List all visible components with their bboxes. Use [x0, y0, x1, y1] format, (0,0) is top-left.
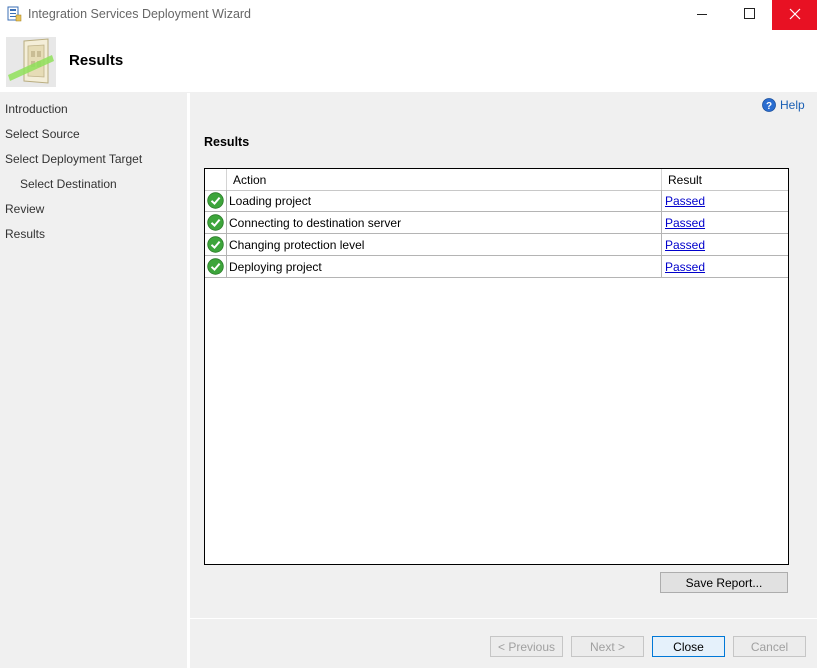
success-check-icon	[207, 214, 224, 231]
close-window-button[interactable]	[772, 0, 817, 30]
cancel-button[interactable]: Cancel	[733, 636, 806, 657]
success-check-icon	[207, 258, 224, 275]
close-button[interactable]: Close	[652, 636, 725, 657]
previous-button[interactable]: < Previous	[490, 636, 563, 657]
column-header-action[interactable]: Action	[233, 173, 266, 187]
maximize-button[interactable]	[725, 0, 771, 30]
cell-separator	[226, 234, 227, 255]
help-icon: ?	[762, 98, 776, 112]
svg-text:?: ?	[766, 101, 772, 112]
row-action: Connecting to destination server	[229, 216, 402, 230]
sidebar-divider	[187, 93, 190, 668]
success-check-icon	[207, 192, 224, 209]
wizard-header: Results	[0, 30, 817, 92]
cell-separator	[226, 212, 227, 233]
cell-separator	[661, 234, 662, 255]
next-button[interactable]: Next >	[571, 636, 644, 657]
row-result-link[interactable]: Passed	[665, 260, 705, 274]
cell-separator	[226, 256, 227, 277]
sidebar-item-results[interactable]: Results	[5, 227, 45, 241]
row-action: Changing protection level	[229, 238, 365, 252]
row-result-link[interactable]: Passed	[665, 194, 705, 208]
row-result-link[interactable]: Passed	[665, 216, 705, 230]
window-title: Integration Services Deployment Wizard	[28, 7, 252, 21]
save-report-button[interactable]: Save Report...	[660, 572, 788, 593]
table-row: Loading project Passed	[205, 190, 788, 212]
minimize-icon	[697, 14, 707, 15]
help-label: Help	[780, 98, 805, 112]
table-row: Changing protection level Passed	[205, 234, 788, 256]
cell-separator	[661, 212, 662, 233]
column-header-result[interactable]: Result	[668, 173, 702, 187]
title-bar: Integration Services Deployment Wizard	[0, 0, 817, 30]
row-result-link[interactable]: Passed	[665, 238, 705, 252]
sidebar-item-select-deployment-target[interactable]: Select Deployment Target	[5, 152, 142, 166]
grid-header: Action Result	[205, 169, 788, 191]
cell-separator	[661, 256, 662, 277]
app-icon	[7, 6, 22, 22]
header-separator	[661, 169, 662, 190]
table-row: Deploying project Passed	[205, 256, 788, 278]
sidebar: Introduction Select Source Select Deploy…	[0, 93, 187, 668]
sidebar-item-review[interactable]: Review	[5, 202, 44, 216]
sidebar-item-introduction[interactable]: Introduction	[5, 102, 68, 116]
row-action: Loading project	[229, 194, 312, 208]
header-separator	[226, 169, 227, 190]
maximize-icon	[744, 8, 755, 19]
cell-separator	[661, 190, 662, 211]
sidebar-item-select-source[interactable]: Select Source	[5, 127, 80, 141]
close-icon	[789, 8, 801, 20]
results-grid: Action Result Loading project Passed Con…	[204, 168, 789, 565]
footer-divider	[190, 618, 817, 619]
section-title: Results	[204, 135, 250, 149]
table-row: Connecting to destination server Passed	[205, 212, 788, 234]
row-action: Deploying project	[229, 260, 322, 274]
cell-separator	[226, 190, 227, 211]
success-check-icon	[207, 236, 224, 253]
page-title: Results	[69, 52, 124, 69]
minimize-button[interactable]	[679, 0, 725, 30]
wizard-door-icon	[6, 37, 56, 87]
sidebar-item-select-destination[interactable]: Select Destination	[20, 177, 117, 191]
